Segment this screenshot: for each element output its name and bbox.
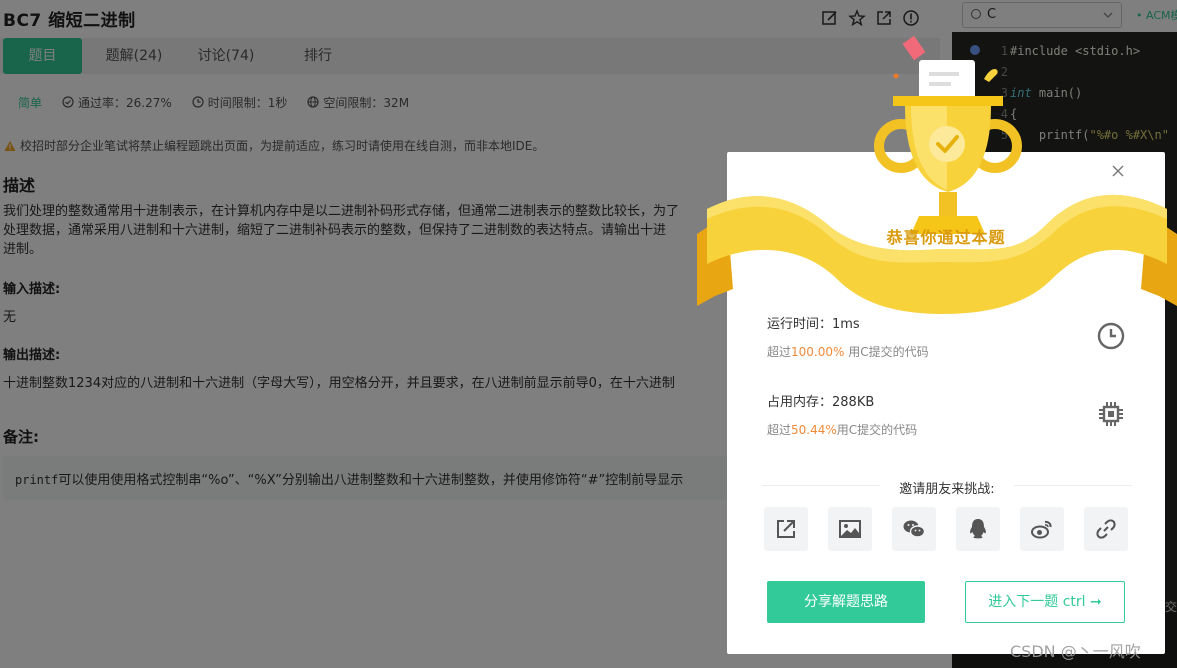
memory-suffix: 用C提交的代码 [836, 423, 918, 437]
share-icon [777, 520, 795, 538]
close-icon[interactable] [1110, 163, 1126, 179]
run-time-prefix: 超过 [767, 345, 792, 359]
chip-icon [1099, 402, 1123, 426]
memory-rank: 超过50.44%用C提交的代码 [767, 421, 917, 438]
memory-label: 占用内存：288KB [767, 395, 875, 410]
qq-icon [970, 519, 986, 539]
run-time-label: 运行时间：1ms [767, 317, 860, 332]
run-time-rank: 超过100.00% 用C提交的代码 [767, 343, 929, 360]
share-link-button[interactable] [764, 507, 808, 551]
share-image-button[interactable] [828, 507, 872, 551]
weibo-icon [1031, 520, 1052, 539]
wechat-icon [903, 520, 926, 538]
clock-icon [1097, 322, 1125, 350]
run-time-percent: 100.00% [791, 345, 845, 359]
share-weibo-button[interactable] [1020, 507, 1064, 551]
image-icon [839, 520, 861, 538]
share-qq-button[interactable] [956, 507, 1000, 551]
link-icon [1096, 519, 1116, 539]
share-solution-button[interactable]: 分享解题思路 [767, 581, 925, 623]
congrats-banner-text: 恭喜你通过本题 [886, 228, 1006, 247]
run-time-suffix: 用C提交的代码 [844, 345, 929, 359]
csdn-watermark: CSDN @丶一风吹 [1010, 642, 1141, 661]
memory-prefix: 超过 [767, 423, 792, 437]
invite-text: 邀请朋友来挑战: [880, 478, 1014, 497]
next-problem-button[interactable]: 进入下一题 ctrl ➞ [965, 581, 1125, 623]
trophy-icon [697, 35, 1177, 314]
memory-percent: 50.44% [791, 423, 837, 437]
share-wechat-button[interactable] [892, 507, 936, 551]
copy-link-button[interactable] [1084, 507, 1128, 551]
